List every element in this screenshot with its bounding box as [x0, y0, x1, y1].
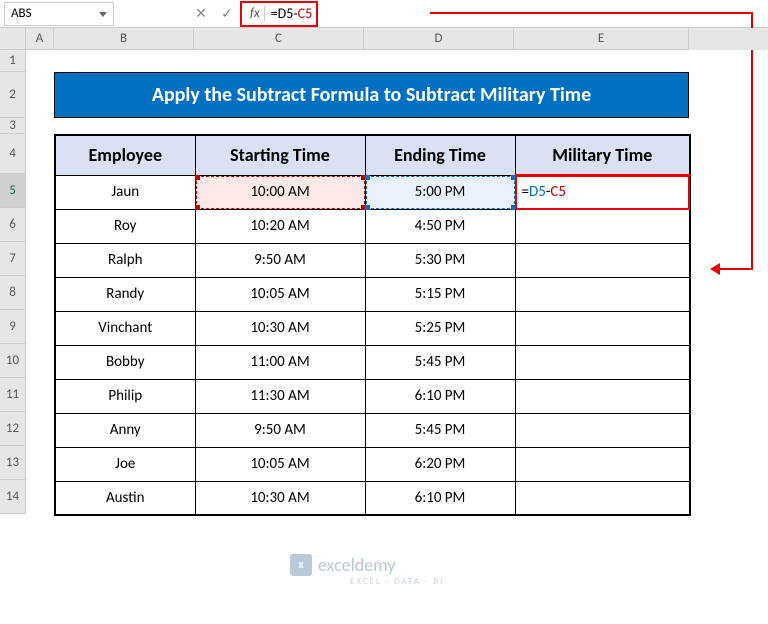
- cell[interactable]: 10:05 AM: [195, 277, 365, 311]
- cell[interactable]: Roy: [55, 209, 195, 243]
- cell[interactable]: [515, 209, 690, 243]
- cell[interactable]: 4:50 PM: [365, 209, 515, 243]
- cell-e5-active[interactable]: =D5-C5: [515, 175, 690, 209]
- table-row: Joe10:05 AM6:20 PM: [55, 447, 690, 481]
- cell[interactable]: [515, 447, 690, 481]
- header-ending[interactable]: Ending Time: [365, 135, 515, 175]
- cell[interactable]: Philip: [55, 379, 195, 413]
- cell[interactable]: [515, 345, 690, 379]
- header-military[interactable]: Military Time: [515, 135, 690, 175]
- cell[interactable]: [515, 277, 690, 311]
- logo-icon: x: [290, 554, 312, 576]
- enter-icon[interactable]: ✓: [214, 2, 240, 26]
- row-header[interactable]: 2: [0, 72, 26, 118]
- formula-bar: ABS ✕ ✓ fx =D5-C5: [0, 0, 768, 28]
- cell[interactable]: 10:30 AM: [195, 481, 365, 515]
- spreadsheet: A B C D E 1 2 3 4 5 6 7 8 9 10 11 12 13 …: [0, 28, 768, 514]
- row-header[interactable]: 12: [0, 412, 26, 446]
- col-header-a[interactable]: A: [26, 28, 54, 50]
- row-header-active[interactable]: 5: [0, 174, 26, 208]
- cell[interactable]: 5:15 PM: [365, 277, 515, 311]
- name-box[interactable]: ABS: [4, 2, 114, 26]
- row-header[interactable]: 7: [0, 242, 26, 276]
- table-row: Philip11:30 AM6:10 PM: [55, 379, 690, 413]
- cell[interactable]: [515, 413, 690, 447]
- row-header[interactable]: 13: [0, 446, 26, 480]
- cell[interactable]: 6:10 PM: [365, 379, 515, 413]
- cell[interactable]: 11:30 AM: [195, 379, 365, 413]
- cell[interactable]: Vinchant: [55, 311, 195, 345]
- cell[interactable]: [515, 379, 690, 413]
- callout-arrow: [430, 12, 753, 14]
- table-row: Ralph9:50 AM5:30 PM: [55, 243, 690, 277]
- select-all-corner[interactable]: [0, 28, 26, 50]
- table-row: Randy10:05 AM5:15 PM: [55, 277, 690, 311]
- column-headers: A B C D E: [0, 28, 768, 50]
- table-row: Vinchant10:30 AM5:25 PM: [55, 311, 690, 345]
- table-row: Jaun 10:00 AM 5:00 PM =D5-C: [55, 175, 690, 209]
- formula-input[interactable]: =D5-C5: [271, 5, 313, 22]
- col-header-d[interactable]: D: [364, 28, 514, 50]
- data-table: Employee Starting Time Ending Time Milit…: [54, 134, 691, 516]
- watermark: x exceldemy: [290, 554, 395, 576]
- table-row: Anny9:50 AM5:45 PM: [55, 413, 690, 447]
- cell[interactable]: Bobby: [55, 345, 195, 379]
- row-header[interactable]: 8: [0, 276, 26, 310]
- row-headers: 1 2 3 4 5 6 7 8 9 10 11 12 13 14: [0, 50, 26, 514]
- cell[interactable]: 5:45 PM: [365, 345, 515, 379]
- row-header[interactable]: 14: [0, 480, 26, 514]
- col-header-c[interactable]: C: [194, 28, 364, 50]
- fx-box: fx =D5-C5: [240, 1, 318, 27]
- cell[interactable]: [515, 481, 690, 515]
- table-header-row: Employee Starting Time Ending Time Milit…: [55, 135, 690, 175]
- table-row: Bobby11:00 AM5:45 PM: [55, 345, 690, 379]
- cell[interactable]: Ralph: [55, 243, 195, 277]
- header-starting[interactable]: Starting Time: [195, 135, 365, 175]
- cell-c5[interactable]: 10:00 AM: [195, 175, 365, 209]
- name-box-value: ABS: [11, 6, 32, 21]
- cell[interactable]: 10:30 AM: [195, 311, 365, 345]
- table-row: Austin10:30 AM6:10 PM: [55, 481, 690, 515]
- cancel-icon[interactable]: ✕: [188, 2, 214, 26]
- row-header[interactable]: 11: [0, 378, 26, 412]
- cell[interactable]: Anny: [55, 413, 195, 447]
- cell[interactable]: 11:00 AM: [195, 345, 365, 379]
- watermark-text: exceldemy: [318, 554, 395, 576]
- cell[interactable]: 10:20 AM: [195, 209, 365, 243]
- row-header[interactable]: 6: [0, 208, 26, 242]
- cell[interactable]: 9:50 AM: [195, 413, 365, 447]
- row-header[interactable]: 10: [0, 344, 26, 378]
- cell[interactable]: Austin: [55, 481, 195, 515]
- col-header-b[interactable]: B: [54, 28, 194, 50]
- cell[interactable]: Joe: [55, 447, 195, 481]
- cell[interactable]: 5:25 PM: [365, 311, 515, 345]
- cell[interactable]: 6:20 PM: [365, 447, 515, 481]
- cell[interactable]: Randy: [55, 277, 195, 311]
- header-employee[interactable]: Employee: [55, 135, 195, 175]
- cell[interactable]: 9:50 AM: [195, 243, 365, 277]
- cell[interactable]: 5:45 PM: [365, 413, 515, 447]
- row-header[interactable]: 1: [0, 50, 26, 72]
- cell[interactable]: Jaun: [55, 175, 195, 209]
- watermark-subtitle: EXCEL · DATA · BI: [350, 576, 444, 587]
- cell[interactable]: 5:30 PM: [365, 243, 515, 277]
- page-title: Apply the Subtract Formula to Subtract M…: [54, 72, 689, 118]
- cell[interactable]: [515, 243, 690, 277]
- fx-icon[interactable]: fx: [246, 6, 265, 21]
- cell-d5[interactable]: 5:00 PM: [365, 175, 515, 209]
- row-header[interactable]: 9: [0, 310, 26, 344]
- row-header[interactable]: 4: [0, 134, 26, 174]
- col-header-e[interactable]: E: [514, 28, 689, 50]
- cell[interactable]: 6:10 PM: [365, 481, 515, 515]
- cell[interactable]: [515, 311, 690, 345]
- cell[interactable]: 10:05 AM: [195, 447, 365, 481]
- row-header[interactable]: 3: [0, 118, 26, 134]
- table-row: Roy10:20 AM4:50 PM: [55, 209, 690, 243]
